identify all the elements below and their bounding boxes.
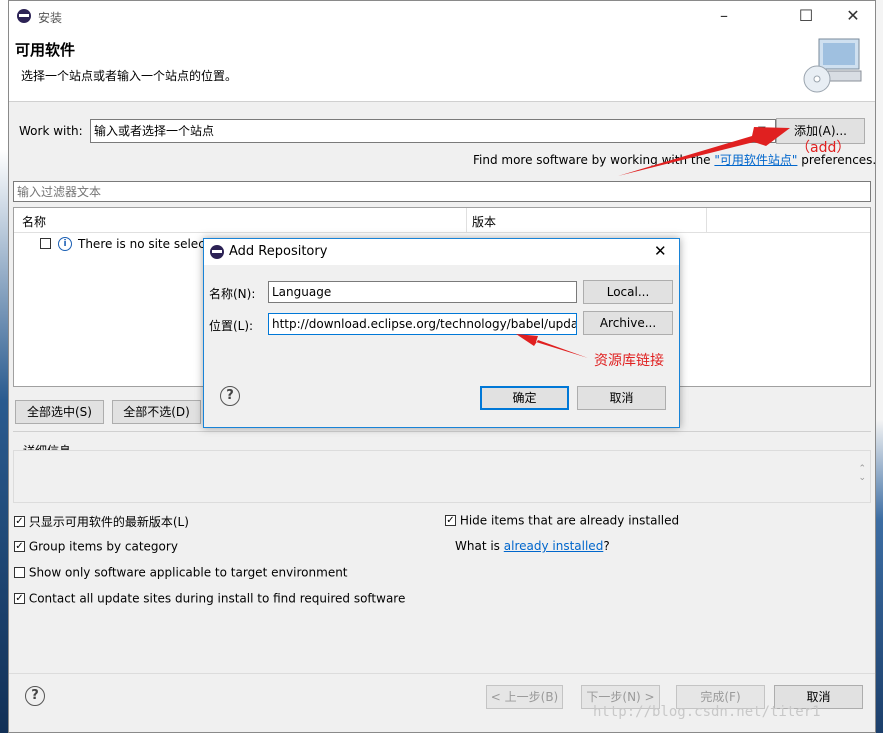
annotation-arrows [516, 127, 790, 358]
repo-annotation: 资源库链接 [594, 353, 664, 369]
add-annotation: （add） [796, 140, 851, 156]
watermark: http://blog.csdn.net/titer1 [593, 704, 821, 720]
add-arrow [618, 127, 790, 176]
repo-arrow [516, 334, 588, 358]
